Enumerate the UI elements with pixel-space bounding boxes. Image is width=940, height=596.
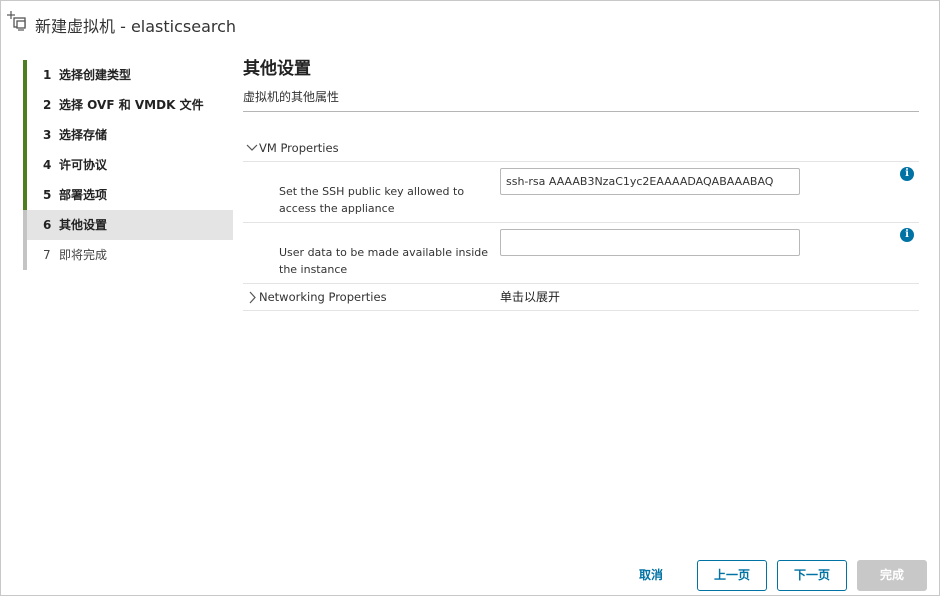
- step-select-storage[interactable]: 3 选择存储: [23, 120, 233, 150]
- info-icon[interactable]: i: [900, 167, 914, 181]
- step-select-ovf-vmdk[interactable]: 2 选择 OVF 和 VMDK 文件: [23, 90, 233, 120]
- step-label: 其他设置: [59, 218, 108, 232]
- step-number: 1: [43, 68, 52, 82]
- new-vm-icon: [6, 11, 28, 31]
- main-content: 其他设置 虚拟机的其他属性 VM Properties Set the SSH …: [243, 57, 919, 311]
- step-number: 2: [43, 98, 52, 112]
- click-to-expand-hint: 单击以展开: [500, 290, 561, 304]
- title-divider: [243, 111, 919, 112]
- vm-properties-section-toggle[interactable]: VM Properties: [243, 135, 919, 162]
- cancel-button[interactable]: 取消: [623, 560, 679, 591]
- page-title: 其他设置: [243, 59, 311, 79]
- step-label: 选择存储: [59, 128, 108, 142]
- step-label: 部署选项: [59, 188, 108, 202]
- step-number: 5: [43, 188, 52, 202]
- new-vm-dialog: 新建虚拟机 - elasticsearch 1 选择创建类型 2 选择 OVF 和 …: [0, 0, 940, 596]
- next-button[interactable]: 下一页: [777, 560, 847, 591]
- step-license-agreement[interactable]: 4 许可协议: [23, 150, 233, 180]
- vm-properties-label: VM Properties: [259, 141, 339, 155]
- user-data-input[interactable]: [500, 229, 800, 256]
- step-label: 许可协议: [59, 158, 108, 172]
- step-label: 选择 OVF 和 VMDK 文件: [59, 98, 204, 112]
- step-ready-to-complete: 7 即将完成: [23, 240, 233, 270]
- ssh-key-input[interactable]: [500, 168, 800, 195]
- step-deployment-options[interactable]: 5 部署选项: [23, 180, 233, 210]
- page-subtitle: 虚拟机的其他属性: [243, 90, 340, 104]
- step-number: 7: [43, 248, 51, 262]
- step-additional-settings[interactable]: 6 其他设置: [23, 210, 233, 240]
- step-select-creation-type[interactable]: 1 选择创建类型: [23, 60, 233, 90]
- networking-properties-section-toggle[interactable]: Networking Properties 单击以展开: [243, 284, 919, 311]
- chevron-down-icon: [246, 135, 258, 162]
- ssh-key-property-row: Set the SSH public key allowed to access…: [243, 162, 919, 223]
- finish-button[interactable]: 完成: [857, 560, 927, 591]
- step-number: 6: [43, 218, 52, 232]
- back-button[interactable]: 上一页: [697, 560, 767, 591]
- chevron-right-icon: [246, 284, 258, 311]
- user-data-property-row: User data to be made available inside th…: [243, 223, 919, 284]
- step-number: 3: [43, 128, 52, 142]
- step-label: 即将完成: [59, 248, 108, 262]
- ssh-key-label: Set the SSH public key allowed to access…: [279, 185, 465, 215]
- networking-properties-label: Networking Properties: [259, 290, 387, 304]
- info-icon[interactable]: i: [900, 228, 914, 242]
- user-data-label: User data to be made available inside th…: [279, 246, 489, 276]
- dialog-title: 新建虚拟机 - elasticsearch: [35, 17, 237, 36]
- dialog-header: 新建虚拟机 - elasticsearch: [1, 1, 939, 47]
- step-label: 选择创建类型: [59, 68, 132, 82]
- step-number: 4: [43, 158, 52, 172]
- wizard-steps: 1 选择创建类型 2 选择 OVF 和 VMDK 文件 3 选择存储 4 许可协议 5部…: [23, 60, 233, 270]
